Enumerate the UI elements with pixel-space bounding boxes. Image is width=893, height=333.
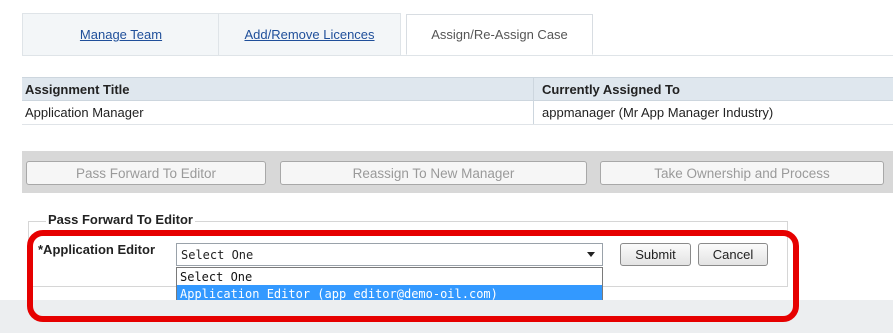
column-header-assignment-title: Assignment Title [22, 78, 534, 100]
table-header-row: Assignment Title Currently Assigned To [22, 77, 893, 101]
tab-manage-team[interactable]: Manage Team [22, 13, 220, 55]
reassign-to-new-manager-button[interactable]: Reassign To New Manager [280, 161, 587, 185]
tab-add-remove-licences[interactable]: Add/Remove Licences [218, 13, 401, 55]
assignment-title-cell: Application Manager [22, 101, 534, 124]
tab-divider [22, 55, 893, 56]
pass-forward-to-editor-button[interactable]: Pass Forward To Editor [26, 161, 266, 185]
tab-assign-reassign-case[interactable]: Assign/Re-Assign Case [406, 14, 593, 55]
take-ownership-and-process-button[interactable]: Take Ownership and Process [600, 161, 884, 185]
tab-bar: Manage Team Add/Remove Licences Assign/R… [22, 13, 893, 55]
column-header-currently-assigned-to: Currently Assigned To [542, 81, 680, 97]
annotation-highlight [27, 230, 799, 322]
assigned-to-cell: appmanager (Mr App Manager Industry) [542, 105, 774, 120]
assignment-table: Assignment Title Currently Assigned To A… [22, 77, 893, 125]
table-row: Application Manager appmanager (Mr App M… [22, 101, 893, 125]
fieldset-legend: Pass Forward To Editor [46, 212, 195, 227]
action-bar: Pass Forward To Editor Reassign To New M… [22, 151, 893, 193]
